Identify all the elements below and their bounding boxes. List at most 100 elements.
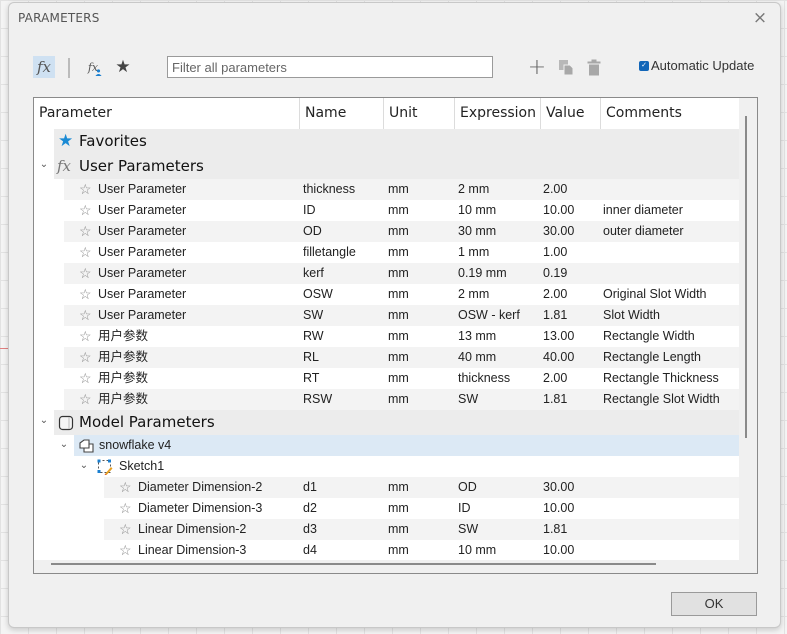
comment-cell[interactable]: Rectangle Thickness — [603, 368, 719, 389]
name-cell[interactable]: d3 — [303, 519, 317, 540]
vertical-scrollbar[interactable] — [739, 98, 757, 560]
favorite-star-outline-icon[interactable]: ☆ — [79, 263, 92, 284]
comment-cell[interactable]: Slot Width — [603, 305, 660, 326]
expression-cell[interactable]: OD — [458, 477, 477, 498]
expression-cell[interactable]: OSW - kerf — [458, 305, 520, 326]
favorite-star-outline-icon[interactable]: ☆ — [79, 179, 92, 200]
parameter-cell: 用户参数 — [98, 392, 149, 406]
table-row[interactable]: ☆ 用户参数 RW mm 13 mm 13.00 Rectangle Width — [34, 326, 740, 347]
name-cell[interactable]: OSW — [303, 284, 333, 305]
favorite-star-outline-icon[interactable]: ☆ — [79, 389, 92, 410]
favorite-star-outline-icon[interactable]: ☆ — [79, 326, 92, 347]
all-parameters-fx-icon[interactable]: fx — [33, 56, 55, 78]
vertical-scrollbar-thumb[interactable] — [745, 116, 747, 438]
favorite-star-outline-icon[interactable]: ☆ — [79, 347, 92, 368]
favorite-star-outline-icon[interactable]: ☆ — [79, 221, 92, 242]
favorite-star-outline-icon[interactable]: ☆ — [119, 477, 132, 498]
delete-parameter-trash-icon[interactable] — [585, 56, 603, 78]
favorite-star-outline-icon[interactable]: ☆ — [79, 200, 92, 221]
table-row[interactable]: ☆ User Parameter filletangle mm 1 mm 1.00 — [34, 242, 740, 263]
name-cell[interactable]: OD — [303, 221, 322, 242]
unit-cell: mm — [388, 522, 409, 536]
component-row-snowflake[interactable]: ⌄ snowflake v4 — [34, 435, 740, 456]
expression-cell[interactable]: SW — [458, 389, 478, 410]
table-row[interactable]: ☆ Diameter Dimension-3 d2 mm ID 10.00 — [34, 498, 740, 519]
expression-cell[interactable]: SW — [458, 519, 478, 540]
comment-cell[interactable]: outer diameter — [603, 221, 684, 242]
name-cell[interactable]: ID — [303, 200, 316, 221]
expression-cell[interactable]: 0.19 mm — [458, 263, 507, 284]
table-row[interactable]: ☆ Linear Dimension-2 d3 mm SW 1.81 — [34, 519, 740, 540]
table-row[interactable]: ☆ 用户参数 RSW mm SW 1.81 Rectangle Slot Width — [34, 389, 740, 410]
automatic-update-checkbox[interactable]: ✓ Automatic Update — [639, 58, 754, 73]
comment-cell[interactable]: Original Slot Width — [603, 284, 707, 305]
close-icon[interactable]: × — [750, 8, 770, 28]
expression-cell[interactable]: thickness — [458, 368, 510, 389]
table-row[interactable]: ☆ User Parameter kerf mm 0.19 mm 0.19 — [34, 263, 740, 284]
table-row[interactable]: ☆ User Parameter OD mm 30 mm 30.00 outer diame… — [34, 221, 740, 242]
chevron-down-icon[interactable]: ⌄ — [77, 456, 91, 475]
column-header-unit[interactable]: Unit — [384, 98, 455, 129]
table-row[interactable]: ☆ Diameter Dimension-2 d1 mm OD 30.00 — [34, 477, 740, 498]
favorite-star-outline-icon[interactable]: ☆ — [119, 519, 132, 540]
favorite-star-outline-icon[interactable]: ☆ — [119, 498, 132, 519]
expression-cell[interactable]: 30 mm — [458, 221, 496, 242]
add-parameter-plus-icon[interactable]: + — [528, 55, 546, 80]
name-cell[interactable]: SW — [303, 305, 323, 326]
favorite-star-outline-icon[interactable]: ☆ — [79, 242, 92, 263]
expression-cell[interactable]: 10 mm — [458, 200, 496, 221]
expression-cell[interactable]: 10 mm — [458, 540, 496, 560]
table-row[interactable]: ☆ User Parameter ID mm 10 mm 10.00 inner diame… — [34, 200, 740, 221]
comment-cell[interactable]: Rectangle Length — [603, 347, 701, 368]
parameter-cell: Linear Dimension-2 — [138, 522, 247, 536]
expression-cell[interactable]: 13 mm — [458, 326, 496, 347]
name-cell[interactable]: d2 — [303, 498, 317, 519]
chevron-down-icon[interactable]: ⌄ — [37, 154, 51, 176]
group-model-parameters[interactable]: ⌄ Model Parameters — [34, 410, 740, 435]
group-favorites[interactable]: ★ Favorites — [34, 129, 740, 154]
expression-cell[interactable]: 1 mm — [458, 242, 489, 263]
user-parameters-fx-icon[interactable]: fx — [83, 56, 103, 78]
column-header-comments[interactable]: Comments — [601, 98, 740, 129]
table-row[interactable]: ☆ User Parameter OSW mm 2 mm 2.00 Original Slo… — [34, 284, 740, 305]
table-row[interactable]: ☆ User Parameter thickness mm 2 mm 2.00 — [34, 179, 740, 200]
group-user-parameters[interactable]: ⌄ fx User Parameters — [34, 154, 740, 179]
sketch-row-sketch1[interactable]: ⌄ Sketch1 — [34, 456, 740, 477]
name-cell[interactable]: RT — [303, 368, 319, 389]
table-row[interactable]: ☆ User Parameter SW mm OSW - kerf 1.81 Slot Wi… — [34, 305, 740, 326]
copy-icon — [558, 59, 573, 75]
name-cell[interactable]: kerf — [303, 263, 324, 284]
horizontal-scrollbar-thumb[interactable] — [51, 563, 656, 565]
column-header-value[interactable]: Value — [541, 98, 601, 129]
expression-cell[interactable]: ID — [458, 498, 471, 519]
favorite-star-outline-icon[interactable]: ☆ — [119, 540, 132, 560]
column-header-name[interactable]: Name — [300, 98, 384, 129]
favorite-star-outline-icon[interactable]: ☆ — [79, 368, 92, 389]
table-row[interactable]: ☆ 用户参数 RL mm 40 mm 40.00 Rectangle Length — [34, 347, 740, 368]
ok-button[interactable]: OK — [671, 592, 757, 616]
expression-cell[interactable]: 2 mm — [458, 284, 489, 305]
name-cell[interactable]: filletangle — [303, 242, 356, 263]
expression-cell[interactable]: 2 mm — [458, 179, 489, 200]
favorite-star-outline-icon[interactable]: ☆ — [79, 284, 92, 305]
table-row[interactable]: ☆ 用户参数 RT mm thickness 2.00 Rectangle Thicknes… — [34, 368, 740, 389]
name-cell[interactable]: thickness — [303, 179, 355, 200]
filter-parameters-input[interactable] — [167, 56, 493, 78]
comment-cell[interactable]: inner diameter — [603, 200, 683, 221]
chevron-down-icon[interactable]: ⌄ — [37, 410, 51, 432]
favorite-star-outline-icon[interactable]: ☆ — [79, 305, 92, 326]
favorites-star-icon[interactable]: ★ — [113, 56, 133, 78]
name-cell[interactable]: RSW — [303, 389, 332, 410]
copy-parameter-icon[interactable] — [557, 56, 575, 78]
table-row[interactable]: ☆ Linear Dimension-3 d4 mm 10 mm 10.00 — [34, 540, 740, 560]
comment-cell[interactable]: Rectangle Slot Width — [603, 389, 720, 410]
name-cell[interactable]: d1 — [303, 477, 317, 498]
expression-cell[interactable]: 40 mm — [458, 347, 496, 368]
chevron-down-icon[interactable]: ⌄ — [57, 435, 71, 454]
name-cell[interactable]: d4 — [303, 540, 317, 560]
comment-cell[interactable]: Rectangle Width — [603, 326, 695, 347]
parameters-table: ˇ Parameter Name Unit Expression Value C… — [33, 97, 758, 574]
name-cell[interactable]: RW — [303, 326, 324, 347]
name-cell[interactable]: RL — [303, 347, 319, 368]
column-header-expression[interactable]: Expression — [455, 98, 541, 129]
